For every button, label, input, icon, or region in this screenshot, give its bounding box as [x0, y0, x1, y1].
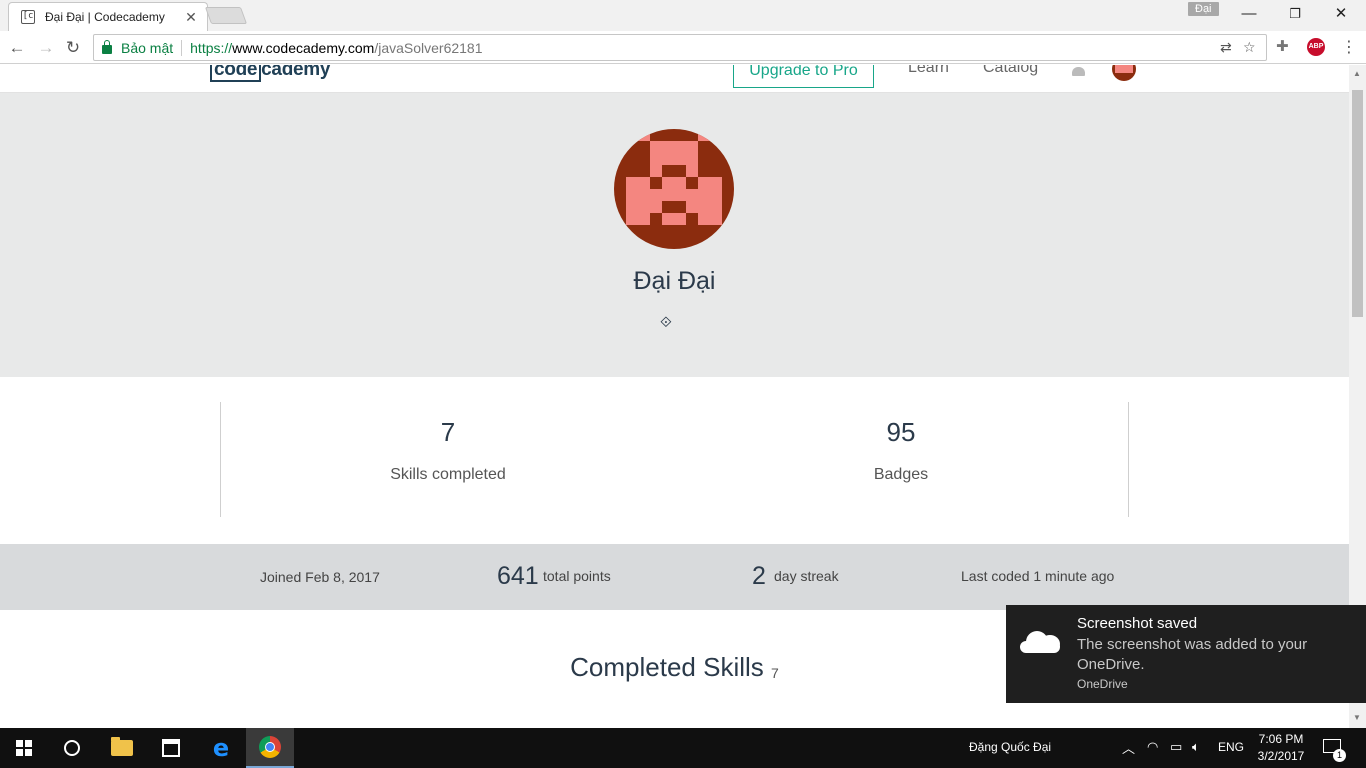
- browser-menu-icon[interactable]: ⋮: [1341, 37, 1357, 57]
- omnibox-divider: [181, 39, 183, 56]
- windows-logo-icon: [16, 740, 32, 756]
- profile-username: Đại Đại: [633, 267, 716, 295]
- browser-tab[interactable]: [c Đại Đại | Codecademy ✕: [8, 2, 208, 31]
- stats-divider-left: [220, 402, 221, 517]
- address-bar[interactable]: Bảo mật https:// www.codecademy.com /jav…: [93, 34, 1267, 61]
- upgrade-to-pro-button[interactable]: Upgrade to Pro: [733, 65, 874, 88]
- taskbar-clock[interactable]: 7:06 PM 3/2/2017: [1256, 731, 1306, 765]
- clock-date: 3/2/2017: [1257, 749, 1305, 763]
- nav-catalog-link[interactable]: Catalog: [983, 65, 1038, 77]
- browser-toolbar: ← → ↻ Bảo mật https:// www.codecademy.co…: [0, 31, 1366, 64]
- clock-time: 7:06 PM: [1258, 732, 1304, 746]
- window-close-icon[interactable]: ✕: [1318, 0, 1364, 28]
- folder-icon: [111, 737, 133, 756]
- codecademy-favicon-icon: [c: [21, 10, 35, 24]
- profile-avatar: [614, 129, 734, 249]
- adblock-plus-icon[interactable]: ABP: [1307, 38, 1325, 56]
- onedrive-cloud-icon: [1020, 627, 1064, 653]
- scroll-down-arrow-icon[interactable]: ▼: [1353, 713, 1361, 722]
- site-header: code cademy Upgrade to Pro Learn Catalog: [0, 65, 1349, 93]
- cortana-button[interactable]: [48, 728, 96, 768]
- streak-value: 2: [752, 562, 766, 590]
- start-button[interactable]: [0, 728, 48, 768]
- profile-hero: Đại Đại ⟐: [0, 93, 1349, 377]
- store-bag-icon: [162, 739, 180, 757]
- language-indicator[interactable]: ENG: [1218, 740, 1244, 754]
- skills-completed-value: 7: [440, 417, 456, 447]
- screenshot-toast[interactable]: Screenshot saved The screenshot was adde…: [1006, 605, 1366, 703]
- reload-icon[interactable]: ↻: [62, 37, 84, 59]
- toast-body: The screenshot was added to your OneDriv…: [1077, 636, 1308, 673]
- notification-count-badge: 1: [1333, 749, 1346, 762]
- chrome-icon: [259, 736, 281, 758]
- cortana-circle-icon: [64, 740, 80, 756]
- tab-close-icon[interactable]: ✕: [183, 9, 199, 26]
- url-protocol: https://: [190, 39, 233, 56]
- forward-arrow-icon[interactable]: →: [35, 37, 57, 59]
- profile-meta-bar: Joined Feb 8, 2017 641 total points 2 da…: [0, 544, 1349, 610]
- last-coded: Last coded 1 minute ago: [961, 568, 1115, 584]
- completed-skills-count: 7: [771, 665, 779, 681]
- back-arrow-icon[interactable]: ←: [6, 37, 28, 59]
- scroll-up-arrow-icon[interactable]: ▲: [1353, 69, 1361, 78]
- profile-stats: 7 Skills completed 95 Badges: [0, 377, 1349, 544]
- streak-label: day streak: [774, 568, 839, 584]
- codecademy-logo[interactable]: code cademy: [210, 65, 330, 82]
- badges-value: 95: [886, 417, 916, 447]
- store-button[interactable]: [147, 728, 195, 768]
- url-host: www.codecademy.com: [232, 39, 375, 56]
- badges-label: Badges: [873, 466, 929, 483]
- browser-profile-button[interactable]: Đại: [1188, 2, 1219, 16]
- battery-icon[interactable]: ▭: [1170, 739, 1182, 755]
- total-points-label: total points: [543, 568, 611, 584]
- url-path: /javaSolver62181: [374, 39, 483, 56]
- bookmark-star-icon[interactable]: ☆: [1243, 39, 1256, 56]
- chrome-button[interactable]: [246, 728, 294, 768]
- volume-icon[interactable]: 🔈︎: [1192, 739, 1200, 755]
- toast-title: Screenshot saved: [1077, 615, 1198, 632]
- scrollbar-thumb[interactable]: [1352, 90, 1363, 317]
- stats-divider-right: [1128, 402, 1129, 517]
- toast-source: OneDrive: [1077, 677, 1128, 691]
- browser-titlebar: [c Đại Đại | Codecademy ✕ Đại — ❐ ✕: [0, 0, 1366, 31]
- lock-icon: [102, 39, 112, 54]
- nav-user-avatar[interactable]: [1112, 65, 1136, 81]
- taskbar-user-name[interactable]: Đặng Quốc Đại: [969, 740, 1051, 754]
- joined-date: Joined Feb 8, 2017: [260, 569, 380, 585]
- tab-title: Đại Đại | Codecademy: [45, 10, 165, 24]
- show-hidden-icons-chevron-icon[interactable]: ︿: [1122, 738, 1135, 757]
- translate-icon[interactable]: ⇄: [1220, 39, 1232, 56]
- extensions-puzzle-icon[interactable]: ✚: [1276, 37, 1289, 55]
- total-points-value: 641: [497, 562, 539, 590]
- skills-completed-label: Skills completed: [390, 466, 506, 483]
- windows-taskbar: e Đặng Quốc Đại ︿ ◠ ▭ 🔈︎ ENG 7:06 PM 3/2…: [0, 728, 1366, 768]
- file-explorer-button[interactable]: [98, 728, 146, 768]
- notification-bell-icon[interactable]: [1072, 67, 1085, 76]
- restore-icon[interactable]: ❐: [1272, 0, 1318, 28]
- profile-link-icon[interactable]: ⟐: [660, 314, 672, 331]
- secure-label: Bảo mật: [121, 39, 174, 56]
- wifi-icon[interactable]: ◠: [1147, 739, 1158, 755]
- edge-icon: e: [212, 734, 230, 762]
- minimize-icon[interactable]: —: [1226, 0, 1272, 28]
- edge-button[interactable]: e: [197, 728, 245, 768]
- nav-learn-link[interactable]: Learn: [908, 65, 949, 77]
- new-tab-button[interactable]: [204, 7, 248, 24]
